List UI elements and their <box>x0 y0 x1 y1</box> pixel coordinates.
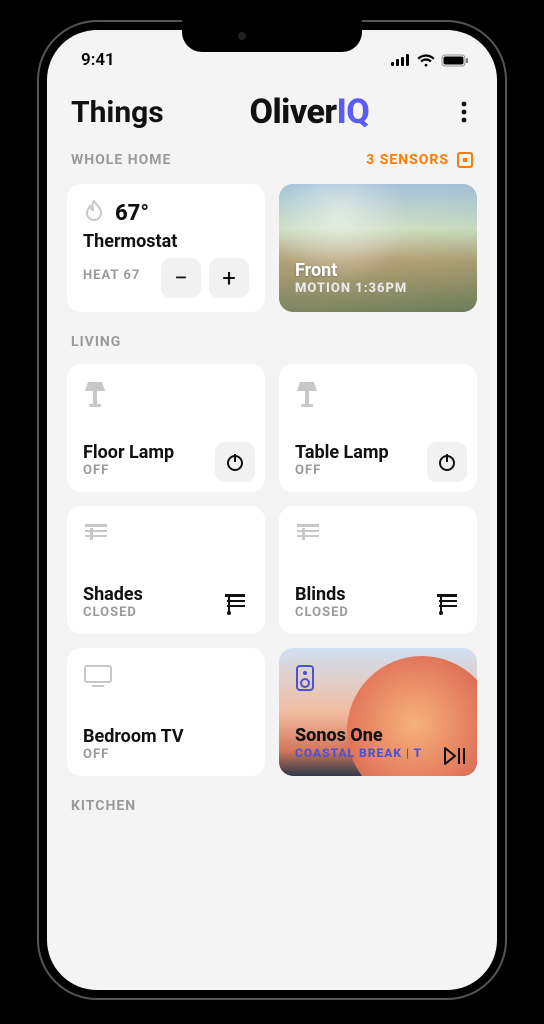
sonos-play-pause-button[interactable] <box>443 746 467 766</box>
speaker-icon <box>295 664 461 692</box>
blinds-control-icon <box>223 593 247 615</box>
blinds-card[interactable]: Blinds CLOSED <box>279 506 477 634</box>
cellular-icon <box>391 54 411 66</box>
sonos-card[interactable]: Sonos One COASTAL BREAK | T <box>279 648 477 776</box>
bedroom-tv-card[interactable]: Bedroom TV OFF <box>67 648 265 776</box>
thermostat-decrease-button[interactable]: − <box>161 258 201 298</box>
phone-frame: 9:41 Things OliverIQ <box>37 20 507 1000</box>
blinds-control-button[interactable] <box>427 584 467 624</box>
wifi-icon <box>417 54 435 67</box>
status-time: 9:41 <box>81 50 115 70</box>
thermostat-card[interactable]: 67° Thermostat HEAT 67 − + <box>67 184 265 312</box>
table-lamp-power-button[interactable] <box>427 442 467 482</box>
bedroom-tv-status: OFF <box>83 747 249 762</box>
floor-lamp-power-button[interactable] <box>215 442 255 482</box>
power-icon <box>437 452 457 472</box>
shades-card[interactable]: Shades CLOSED <box>67 506 265 634</box>
sonos-name: Sonos One <box>295 725 461 746</box>
section-label-kitchen: KITCHEN <box>47 776 497 822</box>
camera-front-name: Front <box>295 260 461 281</box>
shades-control-button[interactable] <box>215 584 255 624</box>
flame-icon <box>83 200 105 226</box>
sensor-icon <box>457 152 473 168</box>
living-grid: Floor Lamp OFF Table Lamp OFF <box>47 358 497 776</box>
thermostat-increase-button[interactable]: + <box>209 258 249 298</box>
thermostat-name: Thermostat <box>83 231 249 252</box>
sonos-track: COASTAL BREAK | T <box>295 746 461 760</box>
logo-text-oliver: Oliver <box>250 92 337 132</box>
blinds-control-icon <box>435 593 459 615</box>
whole-home-header: WHOLE HOME 3 SENSORS <box>47 138 497 178</box>
bedroom-tv-name: Bedroom TV <box>83 726 249 747</box>
whole-home-grid: 67° Thermostat HEAT 67 − + Front MOTION … <box>47 178 497 312</box>
power-icon <box>225 452 245 472</box>
thermostat-temp: 67° <box>115 201 149 226</box>
section-label-living: LIVING <box>47 312 497 358</box>
tv-icon <box>83 664 249 688</box>
sensors-link[interactable]: 3 SENSORS <box>366 152 473 168</box>
camera-front-status: MOTION 1:36PM <box>295 281 461 296</box>
lamp-icon <box>295 380 461 408</box>
app-header: Things OliverIQ <box>47 76 497 138</box>
page-title: Things <box>71 95 164 130</box>
floor-lamp-card[interactable]: Floor Lamp OFF <box>67 364 265 492</box>
more-menu-button[interactable] <box>455 95 473 129</box>
app-logo: OliverIQ <box>250 92 370 132</box>
section-label-whole-home: WHOLE HOME <box>71 152 171 168</box>
shades-icon <box>83 522 249 546</box>
sensors-count: 3 SENSORS <box>366 152 449 168</box>
table-lamp-card[interactable]: Table Lamp OFF <box>279 364 477 492</box>
lamp-icon <box>83 380 249 408</box>
shades-icon <box>295 522 461 546</box>
camera-front-card[interactable]: Front MOTION 1:36PM <box>279 184 477 312</box>
logo-text-iq: IQ <box>337 92 370 132</box>
status-icons <box>391 54 469 67</box>
battery-icon <box>441 54 469 67</box>
screen: 9:41 Things OliverIQ <box>47 30 497 990</box>
thermostat-status: HEAT 67 <box>83 268 140 283</box>
notch <box>182 20 362 52</box>
play-pause-icon <box>443 746 467 766</box>
